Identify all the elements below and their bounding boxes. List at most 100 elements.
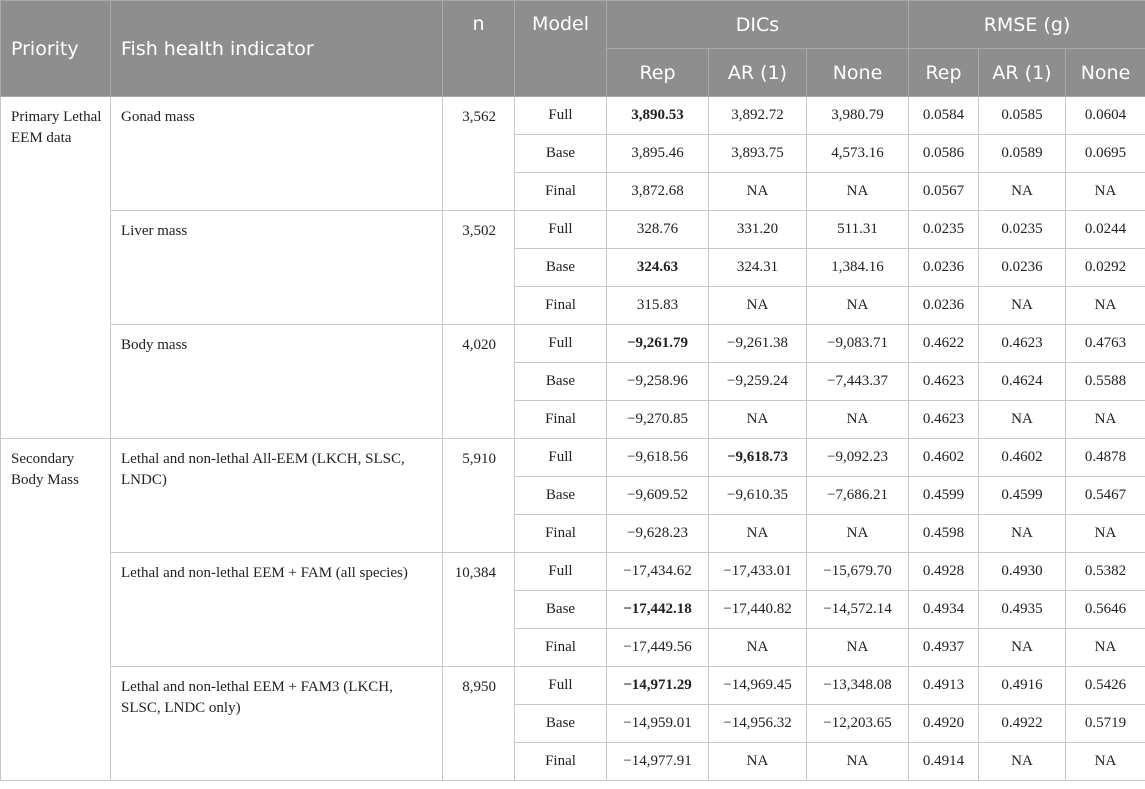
rmse-ar1-cell: 0.0589 [978,134,1066,173]
priority-cell: Secondary Body Mass [0,438,111,781]
dic-ar1-cell: −17,440.82 [708,590,807,629]
dic-rep-cell: −17,442.18 [606,590,709,629]
dic-rep-cell: −14,959.01 [606,704,709,743]
dic-none-cell: 511.31 [806,210,909,249]
dic-none-cell: −7,686.21 [806,476,909,515]
n-cell: 3,562 [442,96,515,211]
dic-ar1-cell: −17,433.01 [708,552,807,591]
header-dic-rep: Rep [606,48,709,97]
dic-none-cell: −12,203.65 [806,704,909,743]
indicator-cell: Lethal and non-lethal EEM + FAM (all spe… [110,552,443,667]
model-cell: Final [514,400,607,439]
model-cell: Base [514,362,607,401]
rmse-ar1-cell: NA [978,628,1066,667]
dic-ar1-cell: 3,893.75 [708,134,807,173]
dic-rep-cell: −9,618.56 [606,438,709,477]
rmse-none-cell: 0.0604 [1064,96,1145,135]
rmse-rep-cell: 0.4928 [908,552,979,591]
dic-rep-cell: 315.83 [606,286,709,325]
header-rmse-ar1: AR (1) [978,48,1066,97]
rmse-ar1-cell: NA [978,172,1066,211]
model-cell: Full [514,324,607,363]
dic-ar1-cell: NA [708,742,807,781]
rmse-ar1-cell: 0.4916 [978,666,1066,705]
model-cell: Full [514,552,607,591]
model-cell: Base [514,248,607,287]
dic-rep-cell: −9,261.79 [606,324,709,363]
n-cell: 3,502 [442,210,515,325]
header-dic-none: None [806,48,909,97]
header-rmse: RMSE (g) [907,0,1145,49]
model-cell: Full [514,438,607,477]
dic-rep-cell: 324.63 [606,248,709,287]
dic-none-cell: 4,573.16 [806,134,909,173]
dic-rep-cell: −17,434.62 [606,552,709,591]
dic-ar1-cell: 324.31 [708,248,807,287]
table-row: Lethal and non-lethal EEM + FAM3 (LKCH, … [1,666,1145,781]
header-dics: DICs [606,0,909,49]
table-row: Body mass 4,020 Full −9,261.79 −9,261.38… [1,324,1145,439]
dic-ar1-cell: −9,259.24 [708,362,807,401]
rmse-ar1-cell: 0.4599 [978,476,1066,515]
rmse-rep-cell: 0.4598 [908,514,979,553]
dic-none-cell: 1,384.16 [806,248,909,287]
rmse-ar1-cell: 0.4935 [978,590,1066,629]
dic-none-cell: NA [806,172,909,211]
rmse-ar1-cell: 0.4930 [978,552,1066,591]
model-cell: Full [514,210,607,249]
dic-rep-cell: −9,628.23 [606,514,709,553]
rmse-rep-cell: 0.4623 [908,400,979,439]
header-n: n [442,0,515,97]
dic-rep-cell: 3,895.46 [606,134,709,173]
rmse-rep-cell: 0.4913 [908,666,979,705]
rmse-none-cell: 0.5588 [1064,362,1145,401]
rmse-ar1-cell: 0.0585 [978,96,1066,135]
n-cell: 5,910 [442,438,515,553]
rmse-none-cell: 0.4763 [1064,324,1145,363]
rmse-ar1-cell: 0.4602 [978,438,1066,477]
indicator-cell: Liver mass [110,210,443,325]
dic-none-cell: NA [806,628,909,667]
rmse-rep-cell: 0.4937 [908,628,979,667]
dic-none-cell: −7,443.37 [806,362,909,401]
dic-ar1-cell: −9,261.38 [708,324,807,363]
table-row: Lethal and non-lethal EEM + FAM (all spe… [1,552,1145,667]
model-cell: Final [514,172,607,211]
model-cell: Base [514,476,607,515]
dic-none-cell: NA [806,400,909,439]
model-cell: Final [514,628,607,667]
dic-rep-cell: 3,872.68 [606,172,709,211]
rmse-ar1-cell: 0.0236 [978,248,1066,287]
dic-none-cell: −13,348.08 [806,666,909,705]
dic-ar1-cell: 3,892.72 [708,96,807,135]
model-cell: Final [514,286,607,325]
dic-ar1-cell: NA [708,400,807,439]
model-cell: Base [514,590,607,629]
header-indicator: Fish health indicator [110,0,443,97]
indicator-cell: Lethal and non-lethal EEM + FAM3 (LKCH, … [110,666,443,781]
rmse-rep-cell: 0.0236 [908,248,979,287]
dic-ar1-cell: NA [708,514,807,553]
dic-none-cell: NA [806,286,909,325]
dic-none-cell: NA [806,742,909,781]
dic-ar1-cell: 331.20 [708,210,807,249]
rmse-none-cell: NA [1064,628,1145,667]
rmse-rep-cell: 0.0586 [908,134,979,173]
dic-rep-cell: −14,971.29 [606,666,709,705]
dic-ar1-cell: −9,610.35 [708,476,807,515]
rmse-rep-cell: 0.4599 [908,476,979,515]
rmse-rep-cell: 0.0584 [908,96,979,135]
rmse-rep-cell: 0.4934 [908,590,979,629]
dic-none-cell: −14,572.14 [806,590,909,629]
n-cell: 8,950 [442,666,515,781]
table-body: Primary Lethal EEM data Gonad mass 3,562… [0,96,1145,781]
model-cell: Full [514,666,607,705]
results-table: Priority Fish health indicator n Model D… [0,0,1145,781]
rmse-rep-cell: 0.4622 [908,324,979,363]
indicator-cell: Gonad mass [110,96,443,211]
indicator-cell: Lethal and non-lethal All-EEM (LKCH, SLS… [110,438,443,553]
rmse-ar1-cell: 0.4624 [978,362,1066,401]
rmse-none-cell: NA [1064,172,1145,211]
header-model: Model [514,0,607,97]
priority-cell: Primary Lethal EEM data [0,96,111,439]
